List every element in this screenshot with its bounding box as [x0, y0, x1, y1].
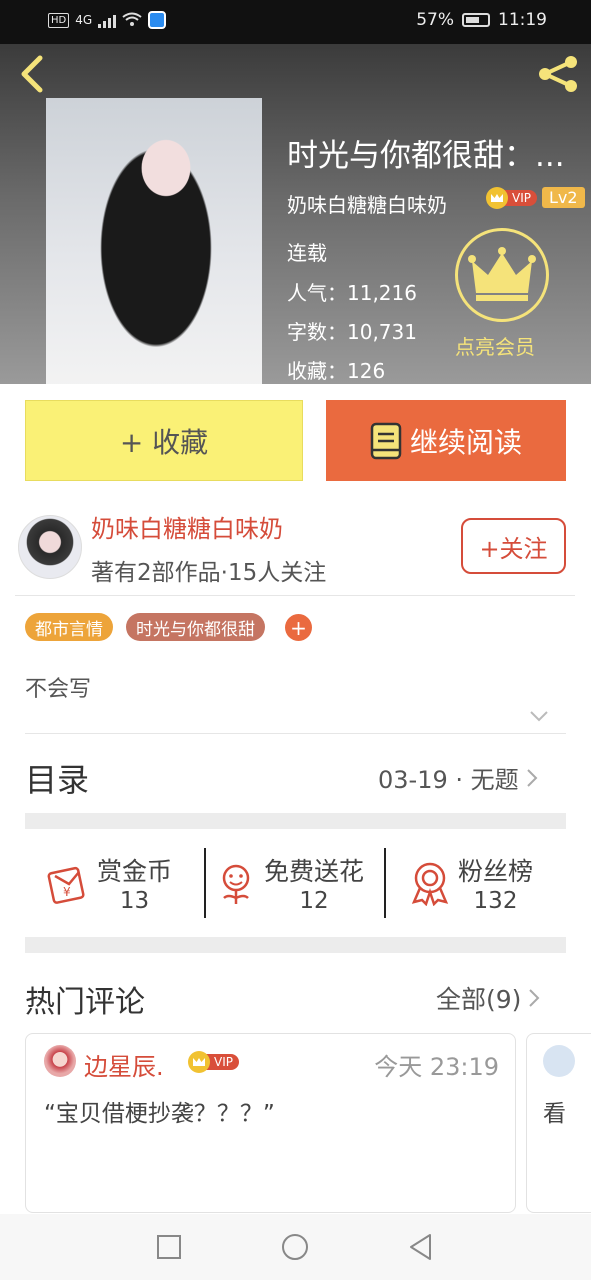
- comment-text: “宝贝借梗抄袭？？？”: [44, 1101, 275, 1127]
- section-separator: [25, 813, 566, 829]
- member-label[interactable]: 点亮会员: [455, 331, 535, 360]
- member-crown-button[interactable]: [455, 228, 549, 322]
- status-right: 57% 11:19: [416, 10, 547, 30]
- battery-percent: 57%: [416, 10, 454, 30]
- serial-status: 连载: [287, 241, 327, 265]
- all-comments-link[interactable]: 全部(9): [436, 980, 541, 1016]
- fan-ranking-item[interactable]: 粉丝榜 132: [410, 848, 533, 918]
- comment-text: 看: [543, 1101, 566, 1127]
- all-comments-label: 全部(9): [436, 985, 522, 1014]
- fan-ranking-count: 132: [473, 888, 518, 914]
- continue-reading-label: 继续阅读: [409, 425, 522, 459]
- book-icon: [370, 422, 402, 459]
- hot-comments-title: 热门评论: [25, 985, 145, 1020]
- section-separator: [25, 937, 566, 953]
- author-avatar[interactable]: [18, 515, 82, 579]
- medal-icon: [411, 862, 449, 906]
- book-cover[interactable]: [46, 98, 262, 384]
- book-title: 时光与你都很甜：...: [287, 138, 565, 174]
- divider: [15, 595, 575, 596]
- wifi-icon: [122, 12, 142, 26]
- author-stats: 著有2部作品·15人关注: [91, 560, 327, 586]
- add-tag-button[interactable]: +: [285, 614, 312, 641]
- svg-text:¥: ¥: [63, 885, 71, 899]
- collect-button[interactable]: + 收藏: [25, 400, 303, 481]
- signal-icon: [98, 12, 117, 28]
- divider: [25, 733, 566, 734]
- word-count: 字数：10,731: [287, 320, 417, 344]
- latest-chapter-link[interactable]: 03-19 · 无题: [378, 760, 539, 795]
- back-icon[interactable]: [16, 54, 46, 94]
- comment-card[interactable]: 边星辰. VIP 今天 23:19 “宝贝借梗抄袭？？？”: [25, 1033, 516, 1213]
- crown-icon: [188, 1051, 210, 1073]
- reward-coins-label: 赏金币: [97, 857, 173, 886]
- vip-badge: VIP: [486, 186, 537, 210]
- favorites-count: 收藏：126: [287, 359, 386, 383]
- share-icon[interactable]: [535, 54, 581, 94]
- stat-separator: [384, 848, 386, 918]
- app-notification-icon: [148, 11, 167, 29]
- comment-card[interactable]: 看: [526, 1033, 591, 1213]
- commenter-name[interactable]: 边星辰.: [84, 1047, 164, 1082]
- fan-ranking-label: 粉丝榜: [458, 857, 534, 886]
- commenter-avatar[interactable]: [44, 1045, 76, 1077]
- tag-title[interactable]: 时光与你都很甜: [126, 613, 265, 641]
- free-flowers-item[interactable]: 免费送花 12: [216, 848, 364, 918]
- stat-separator: [204, 848, 206, 918]
- chevron-right-icon: [529, 989, 540, 1007]
- book-header: 时光与你都很甜：... 奶味白糖糖白味奶 VIP Lv2 连载 人气：11,21…: [0, 44, 591, 384]
- reward-coins-item[interactable]: ¥ 赏金币 13: [45, 848, 172, 918]
- crown-icon: [486, 187, 508, 209]
- flower-icon: [222, 864, 250, 904]
- popularity-count: 人气：11,216: [287, 281, 417, 305]
- free-flowers-label: 免费送花: [264, 857, 365, 886]
- recent-apps-icon[interactable]: [154, 1232, 184, 1262]
- tag-genre[interactable]: 都市言情: [25, 613, 113, 641]
- latest-chapter: 03-19 · 无题: [378, 766, 519, 794]
- level-badge: Lv2: [542, 187, 585, 208]
- system-nav-bar: [0, 1214, 591, 1280]
- red-envelope-icon: ¥: [47, 866, 85, 904]
- header-author-name[interactable]: 奶味白糖糖白味奶: [287, 189, 447, 218]
- battery-icon: [462, 13, 490, 27]
- follow-button[interactable]: +关注: [461, 518, 566, 574]
- free-flowers-count: 12: [299, 888, 329, 914]
- reward-coins-count: 13: [119, 888, 150, 914]
- chevron-down-icon[interactable]: [528, 705, 550, 727]
- status-left: HD 4G: [48, 11, 167, 29]
- clock: 11:19: [498, 10, 547, 30]
- comment-time: 今天 23:19: [374, 1053, 499, 1081]
- continue-reading-button[interactable]: 继续阅读: [326, 400, 566, 481]
- status-bar: HD 4G 57% 11:19: [0, 0, 591, 44]
- back-nav-icon[interactable]: [406, 1232, 436, 1262]
- network-indicator: 4G: [75, 13, 93, 27]
- hd-indicator: HD: [48, 12, 70, 28]
- commenter-avatar[interactable]: [543, 1045, 575, 1077]
- commenter-vip-badge: VIP: [188, 1051, 239, 1073]
- home-icon[interactable]: [280, 1232, 310, 1262]
- crown-icon: [468, 247, 536, 301]
- author-name[interactable]: 奶味白糖糖白味奶: [91, 509, 283, 544]
- catalog-title[interactable]: 目录: [25, 755, 89, 801]
- book-intro: 不会写: [25, 677, 92, 702]
- chevron-right-icon: [526, 768, 538, 787]
